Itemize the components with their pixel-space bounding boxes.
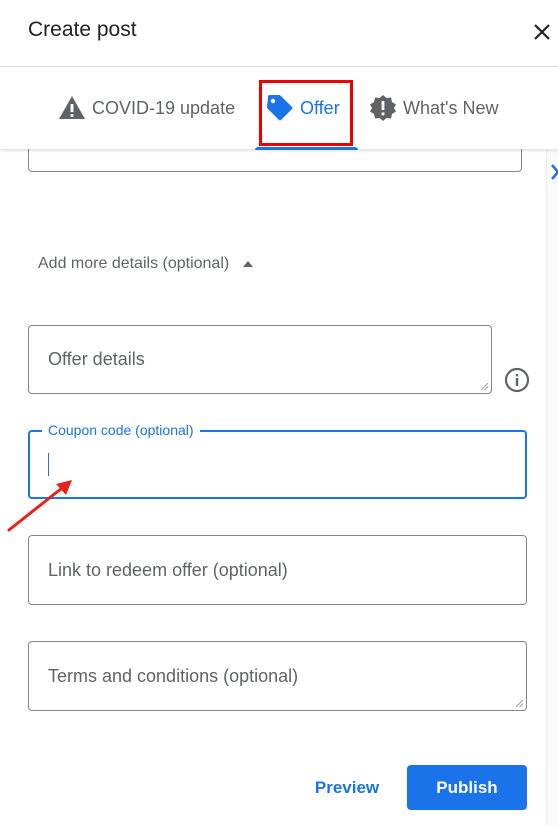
scrollbar[interactable] xyxy=(546,150,558,826)
redeem-link-input[interactable]: Link to redeem offer (optional) xyxy=(28,535,527,605)
resize-handle-icon[interactable] xyxy=(480,382,489,391)
tab-whats-new[interactable]: What's New xyxy=(369,67,498,149)
post-type-tabs: COVID-19 update Offer What's New xyxy=(0,67,558,180)
active-tab-indicator xyxy=(255,147,358,150)
close-button[interactable] xyxy=(530,20,554,44)
text-cursor xyxy=(48,453,49,476)
tab-label: What's New xyxy=(403,97,499,118)
resize-handle-icon[interactable] xyxy=(515,699,524,708)
info-icon xyxy=(504,367,530,393)
chevron-right-icon xyxy=(551,164,558,180)
caret-up-icon xyxy=(243,261,254,267)
redeem-link-placeholder: Link to redeem offer (optional) xyxy=(48,559,288,580)
tab-label: Offer xyxy=(300,97,340,118)
info-button[interactable] xyxy=(504,367,530,398)
close-icon xyxy=(534,24,550,40)
tab-label: COVID-19 update xyxy=(92,97,236,118)
alert-badge-icon xyxy=(370,95,396,121)
preview-button[interactable]: Preview xyxy=(300,766,394,810)
tab-offer[interactable]: Offer xyxy=(266,67,340,149)
offer-details-placeholder: Offer details xyxy=(48,349,145,369)
coupon-code-input[interactable] xyxy=(28,430,527,499)
more-details-label: Add more details (optional) xyxy=(38,255,230,272)
terms-textarea[interactable]: Terms and conditions (optional) xyxy=(28,641,527,711)
dialog-title: Create post xyxy=(28,18,137,41)
warning-icon xyxy=(59,96,85,119)
publish-button[interactable]: Publish xyxy=(407,765,527,810)
offer-details-textarea[interactable]: Offer details xyxy=(28,325,492,394)
more-details-toggle[interactable]: Add more details (optional) xyxy=(38,255,254,273)
tabs-scroll-right-button[interactable] xyxy=(550,163,558,187)
dialog-header: Create post xyxy=(0,0,558,67)
tag-icon xyxy=(267,95,293,121)
tab-covid-update[interactable]: COVID-19 update xyxy=(58,67,235,149)
terms-placeholder: Terms and conditions (optional) xyxy=(48,665,299,686)
coupon-code-label: Coupon code (optional) xyxy=(42,422,200,438)
